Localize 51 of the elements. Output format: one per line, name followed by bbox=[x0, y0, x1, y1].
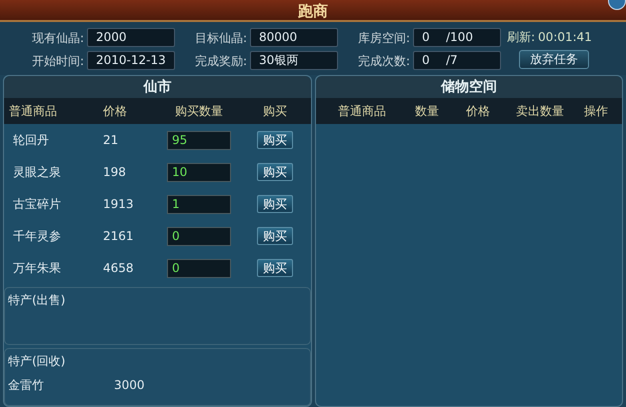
column-header: 卖出数量 bbox=[515, 103, 565, 120]
column-header: 数量 bbox=[414, 103, 440, 120]
buy-button[interactable]: 购买 bbox=[257, 259, 293, 277]
buy-button[interactable]: 购买 bbox=[257, 163, 293, 181]
field-value: 80000 bbox=[250, 28, 338, 47]
buy-button[interactable]: 购买 bbox=[257, 131, 293, 149]
field-value: 0 /7 bbox=[413, 51, 501, 70]
panel-title: 仙市 bbox=[4, 76, 311, 98]
item-price: 2161 bbox=[102, 228, 135, 245]
column-header: 普通商品 bbox=[8, 103, 58, 120]
field-value: 2000 bbox=[87, 28, 175, 47]
item-name: 古宝碎片 bbox=[12, 196, 62, 213]
window-title: 跑商 bbox=[298, 1, 328, 20]
item-price: 198 bbox=[102, 164, 127, 181]
item-name: 万年朱果 bbox=[12, 260, 62, 277]
quantity-field[interactable]: 10 bbox=[167, 162, 231, 182]
field-label: 现有仙晶: bbox=[30, 30, 84, 46]
item-price: 3000 bbox=[114, 377, 145, 394]
section-title: 特产(回收) bbox=[8, 353, 66, 370]
field-label: 完成次数: bbox=[356, 52, 410, 70]
panel-title: 储物空间 bbox=[316, 76, 622, 98]
refresh-label: 刷新: bbox=[507, 29, 536, 46]
item-price: 21 bbox=[102, 132, 120, 149]
field-label: 库房空间: bbox=[356, 30, 410, 46]
column-header: 价格 bbox=[102, 103, 128, 120]
column-header: 价格 bbox=[465, 103, 491, 120]
refresh-timer: 00:01:41 bbox=[538, 29, 592, 46]
abandon-task-button[interactable]: 放弃任务 bbox=[519, 50, 589, 69]
quantity-field[interactable]: 95 bbox=[167, 130, 231, 150]
item-price: 4658 bbox=[102, 260, 135, 277]
item-price: 1913 bbox=[102, 196, 135, 213]
field-value: 0 /100 bbox=[413, 28, 501, 47]
section-title: 特产(出售) bbox=[8, 292, 66, 309]
field-label: 目标仙晶: bbox=[194, 30, 247, 46]
field-value: 30银两 bbox=[250, 51, 338, 70]
quantity-field[interactable]: 1 bbox=[167, 194, 231, 214]
item-name: 轮回丹 bbox=[12, 132, 50, 149]
field-value: 2010-12-13 bbox=[87, 51, 175, 70]
item-name: 灵眼之泉 bbox=[12, 164, 62, 181]
item-name: 金雷竹 bbox=[8, 377, 45, 394]
quantity-field[interactable]: 0 bbox=[167, 258, 231, 278]
field-label: 完成奖励: bbox=[194, 52, 247, 70]
column-header: 普通商品 bbox=[337, 103, 387, 120]
column-header: 操作 bbox=[583, 103, 609, 120]
buy-button[interactable]: 购买 bbox=[257, 195, 293, 213]
column-header: 购买 bbox=[262, 103, 288, 120]
buy-button[interactable]: 购买 bbox=[257, 227, 293, 245]
item-name: 千年灵参 bbox=[12, 228, 62, 245]
quantity-field[interactable]: 0 bbox=[167, 226, 231, 246]
column-header: 购买数量 bbox=[174, 103, 224, 120]
field-label: 开始时间: bbox=[30, 52, 84, 70]
